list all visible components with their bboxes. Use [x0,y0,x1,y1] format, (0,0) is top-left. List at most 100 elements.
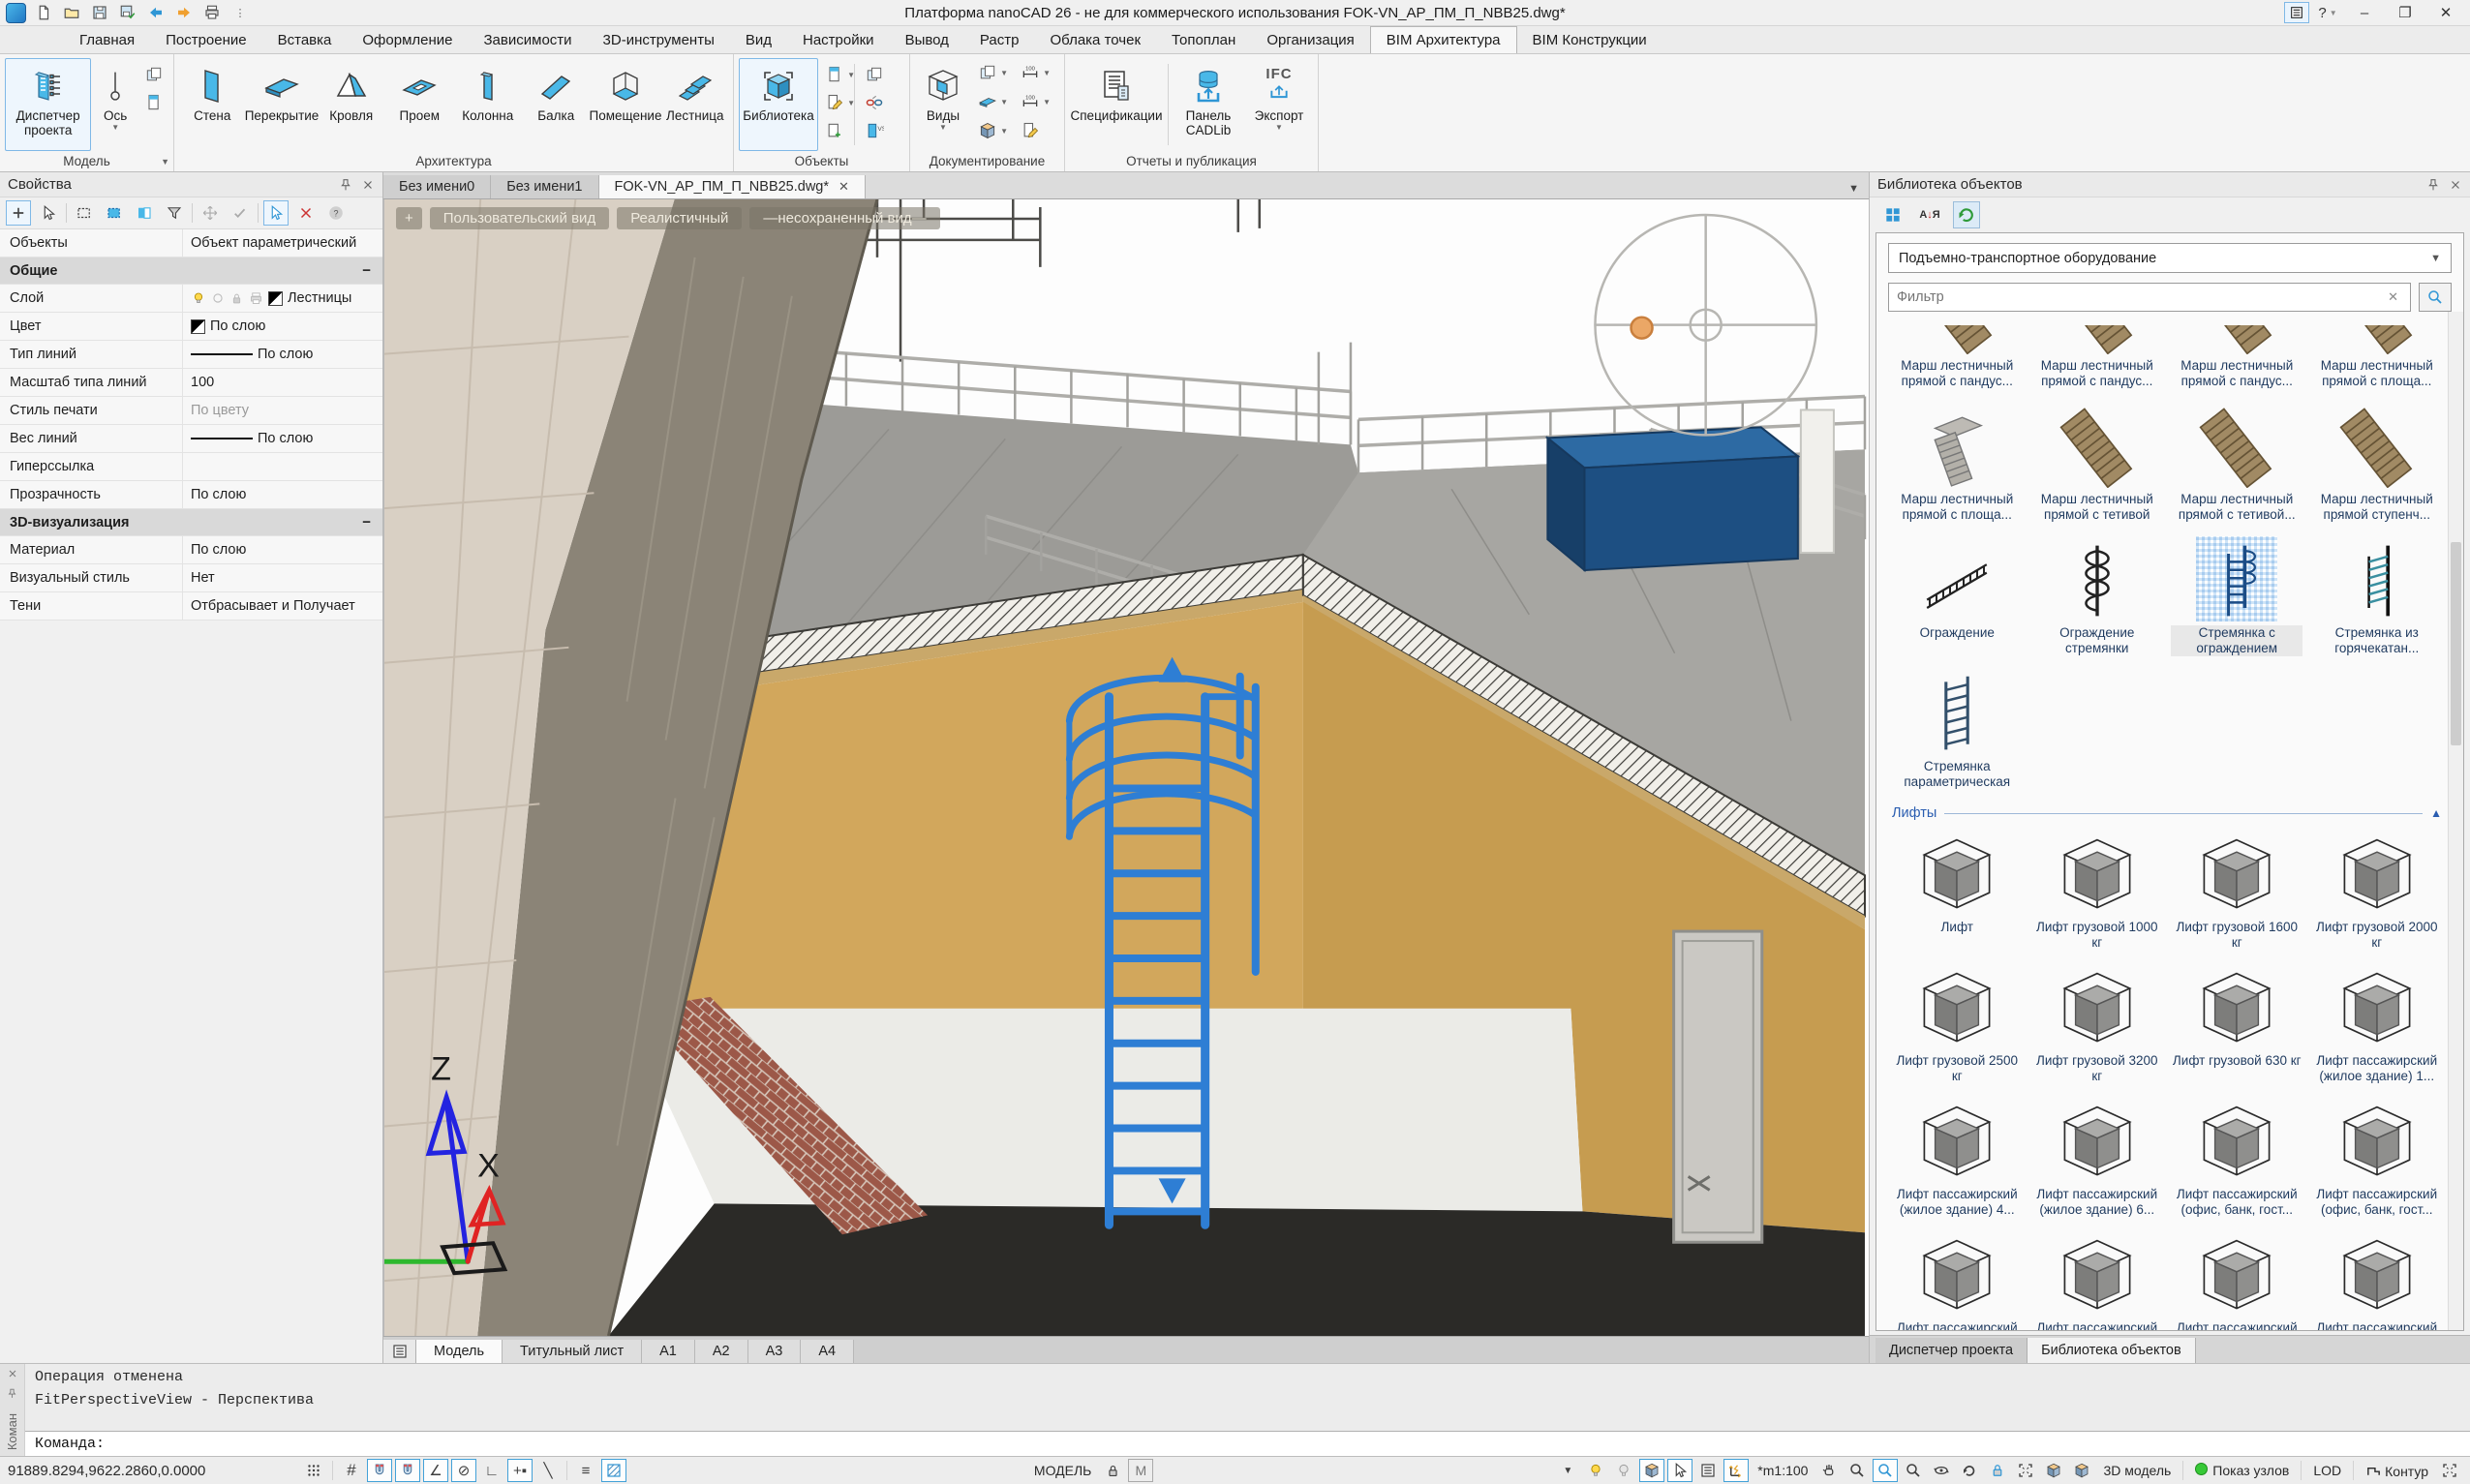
select-crossing-icon[interactable] [102,200,127,226]
beam-button[interactable]: Балка [523,58,590,151]
library-item[interactable]: Лифт пассажирский (транспортировк... [2310,1231,2445,1330]
library-item-selected[interactable]: Стремянка с ограждением [2170,536,2304,656]
layer-freeze-icon[interactable] [211,291,225,305]
specifications-button[interactable]: Спецификации [1070,58,1163,151]
axis-button[interactable]: Ось ▼ [93,58,137,151]
command-history[interactable]: Операция отменена FitPerspectiveView - П… [25,1364,2470,1431]
doc-section-icon[interactable]: ▼ [973,89,1002,114]
library-item[interactable]: Лифт пассажирский (транспортировк... [2170,1231,2304,1330]
snap-track-toggle[interactable]: ╲ [535,1459,561,1482]
floor-slab-button[interactable]: Перекрытие [248,58,317,151]
refresh-icon[interactable] [1953,201,1980,228]
library-items[interactable]: Марш лестничный прямой с пандус... Марш … [1876,312,2463,1330]
menu-rastr[interactable]: Растр [964,27,1035,53]
prop-row-objects[interactable]: Объекты Объект параметрический [0,229,382,257]
undo-icon[interactable] [145,2,167,23]
menu-glavnaya[interactable]: Главная [64,27,150,53]
export-ifc-button[interactable]: IFC Экспорт ▼ [1245,58,1313,151]
properties-list-icon[interactable] [1695,1459,1721,1482]
library-item[interactable]: Лифт грузовой 1600 кг [2170,831,2304,951]
category-select[interactable]: Подъемно-транспортное оборудование ▼ [1888,243,2452,273]
library-item[interactable]: Марш лестничный прямой с тетивой [2030,403,2165,523]
library-item[interactable]: Стремянка из горячекатан... [2310,536,2445,656]
library-item[interactable]: Лифт пассажирский (офис, банк, гост... [1890,1231,2025,1330]
object-explode-icon[interactable] [860,90,889,115]
menu-organizatsiya[interactable]: Организация [1251,27,1369,53]
layer-bulb-icon[interactable] [191,290,206,306]
view-rotate-icon[interactable] [1957,1459,1982,1482]
library-item[interactable]: Лифт [1890,831,2025,951]
angle-snap-toggle[interactable]: ∠ [423,1459,448,1482]
fullscreen-mode-icon[interactable] [2437,1459,2462,1482]
layer-print-icon[interactable] [249,291,263,306]
library-item[interactable]: Лифт грузовой 630 кг [2170,964,2304,1084]
annotation-bulb-icon[interactable] [1583,1459,1608,1482]
space-mode-label[interactable]: МОДЕЛЬ [1028,1463,1097,1478]
library-item[interactable]: Лифт грузовой 1000 кг [2030,831,2165,951]
annotation-scale-label[interactable]: *m1:100 [1752,1463,1814,1478]
prop-section-3d[interactable]: 3D-визуализация − [0,509,382,536]
polar-toggle[interactable]: ⊘ [451,1459,476,1482]
lock-ui-icon[interactable] [1985,1459,2010,1482]
prop-row-shadows[interactable]: Тени Отбрасывает и Получает [0,592,382,621]
prop-section-general[interactable]: Общие − [0,257,382,285]
quick-properties-toggle[interactable] [1667,1459,1692,1482]
doc-dim2-icon[interactable]: ▼ [1016,89,1045,114]
ortho-toggle[interactable]: ∟ [479,1459,504,1482]
library-button[interactable]: Библиотека [739,58,818,151]
osnap3d-toggle[interactable] [395,1459,420,1482]
scale-list-icon[interactable]: ▼ [1555,1459,1580,1482]
cadlib-panel-button[interactable]: Панель CADLib [1174,58,1243,151]
grid-toggle[interactable]: # [339,1459,364,1482]
doc-edit-icon[interactable] [1016,118,1045,143]
tab-close-icon[interactable]: ✕ [839,179,849,195]
doc-tabs-menu-icon[interactable]: ▼ [1848,183,1869,198]
library-item[interactable]: Лифт пассажирский (офис, банк, гост... [2310,1098,2445,1218]
tab-object-library[interactable]: Библиотека объектов [2028,1338,2196,1363]
library-item[interactable]: Лифт пассажирский (жилое здание) 6... [2030,1098,2165,1218]
restore-button[interactable]: ❐ [2387,2,2424,23]
view-cube-icon[interactable] [2069,1459,2094,1482]
annotation-bulb-gray-icon[interactable] [1611,1459,1636,1482]
stairs-button[interactable]: Лестница [662,58,729,151]
library-scrollbar[interactable] [2448,312,2463,1330]
library-item[interactable]: Марш лестничный прямой с тетивой... [2170,403,2304,523]
menu-vyvod[interactable]: Вывод [890,27,964,53]
open-file-icon[interactable] [61,2,82,23]
viewport-saved-view-button[interactable]: —несохраненный вид— [749,207,939,229]
filter-field[interactable]: ✕ [1888,283,2411,312]
doc-tab-1[interactable]: Без имени1 [491,175,598,198]
library-item[interactable]: Лифт грузовой 2500 кг [1890,964,2025,1084]
object-add-icon[interactable] [820,118,849,143]
sort-az-icon[interactable]: А↓Я [1916,201,1943,228]
menu-3d-instrumenty[interactable]: 3D-инструменты [588,27,730,53]
viewport-view-button[interactable]: Пользовательский вид [430,207,609,229]
lod-label[interactable]: LOD [2307,1463,2347,1478]
osnap-toggle[interactable] [367,1459,392,1482]
opening-button[interactable]: Проем [386,58,453,151]
pin-icon[interactable] [6,1387,18,1400]
pan-icon[interactable] [1816,1459,1842,1482]
tab-project-dispatcher[interactable]: Диспетчер проекта [1875,1338,2028,1363]
library-item[interactable]: Марш лестничный прямой ступенч... [2310,403,2445,523]
pin-icon[interactable] [338,177,353,193]
prop-row-linetype[interactable]: Тип линий По слою [0,341,382,369]
prop-row-plotstyle[interactable]: Стиль печати По цвету [0,397,382,425]
prop-row-material[interactable]: Материал По слою [0,536,382,564]
select-window-icon[interactable] [72,200,97,226]
menu-topoplan[interactable]: Топоплан [1156,27,1251,53]
project-dispatcher-button[interactable]: Диспетчер проекта [5,58,91,151]
pick-cursor-icon[interactable] [263,200,289,226]
prop-row-ltscale[interactable]: Масштаб типа линий 100 [0,369,382,397]
zoom-window-icon[interactable] [1873,1459,1898,1482]
command-input[interactable]: Команда: [25,1431,2470,1456]
doc-tab-0[interactable]: Без имени0 [383,175,491,198]
room-button[interactable]: Помещение [592,58,660,151]
doc-copy-view-icon[interactable]: ▼ [973,60,1002,85]
qat-more-icon[interactable]: ⋮ [229,2,251,23]
sheet-tab-a4[interactable]: А4 [801,1340,854,1363]
prop-row-color[interactable]: Цвет По слою [0,313,382,341]
zoom-icon[interactable] [1845,1459,1870,1482]
select-cursor-icon[interactable] [36,200,61,226]
library-item[interactable]: Марш лестничный прямой с пандус... [2170,325,2304,389]
